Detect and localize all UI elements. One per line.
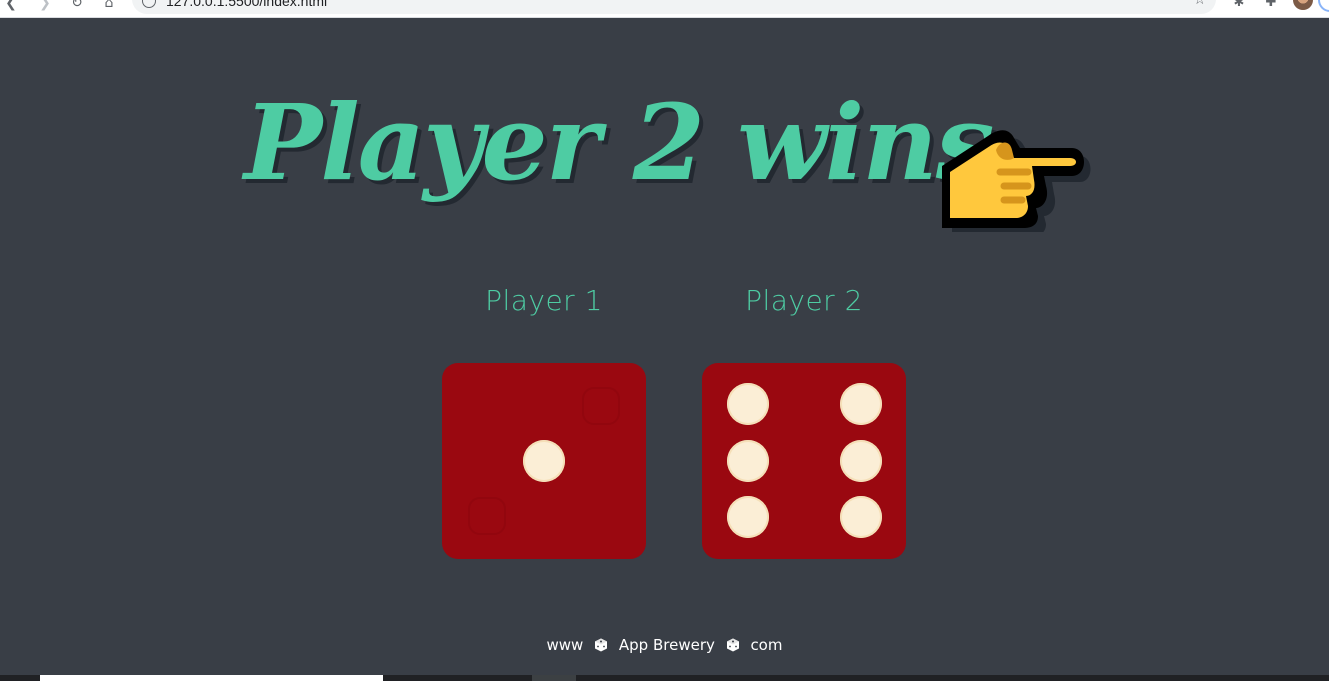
player-2-dice	[702, 363, 906, 559]
dice-pip	[727, 440, 769, 482]
player-2-panel: Player 2	[702, 283, 906, 559]
dice-ghost-pip	[468, 497, 506, 535]
taskbar	[0, 675, 1329, 681]
footer-brand: App Brewery	[618, 636, 715, 654]
footer: www App Brewery com	[0, 634, 1329, 656]
page-title: Player 2 wins	[244, 81, 994, 204]
forward-icon[interactable]: ❯	[36, 0, 54, 12]
dice-pip	[840, 440, 882, 482]
extension-icon[interactable]: ✱	[1230, 0, 1248, 12]
player-1-panel: Player 1	[442, 283, 646, 559]
site-info-icon[interactable]	[142, 0, 156, 8]
puzzle-icon[interactable]: ✚	[1262, 0, 1280, 12]
title-row: Player 2 wins	[0, 78, 1329, 232]
taskbar-search-box[interactable]	[40, 675, 383, 681]
dice-icon	[595, 638, 608, 652]
home-icon[interactable]: ⌂	[100, 0, 118, 12]
profile-ring	[1318, 0, 1329, 12]
dice-pip	[727, 496, 769, 538]
taskbar-app-item[interactable]	[532, 675, 576, 681]
game-container: Player 2 wins Player 1 Player 2 www App …	[0, 18, 1329, 675]
pointing-hand-icon	[942, 130, 1091, 232]
dice-pip	[840, 383, 882, 425]
dice-pip	[523, 440, 565, 482]
footer-prefix: www	[546, 636, 584, 654]
footer-suffix: com	[750, 636, 783, 654]
browser-toolbar: ❮ ❯ ↻ ⌂ 127.0.0.1:5500/index.html ☆ ✱ ✚	[0, 0, 1329, 18]
bookmark-star-icon[interactable]: ☆	[1193, 0, 1206, 8]
reload-icon[interactable]: ↻	[68, 0, 86, 12]
address-bar[interactable]: 127.0.0.1:5500/index.html ☆	[132, 0, 1216, 14]
dice-icon	[726, 638, 739, 652]
dice-pip	[727, 383, 769, 425]
player-2-label: Player 2	[745, 284, 863, 317]
dice-pip	[840, 496, 882, 538]
url-text[interactable]: 127.0.0.1:5500/index.html	[166, 0, 327, 9]
player-1-label: Player 1	[485, 284, 603, 317]
dice-ghost-pip	[582, 387, 620, 425]
profile-avatar[interactable]	[1293, 0, 1313, 10]
back-icon[interactable]: ❮	[2, 0, 20, 12]
player-1-dice	[442, 363, 646, 559]
